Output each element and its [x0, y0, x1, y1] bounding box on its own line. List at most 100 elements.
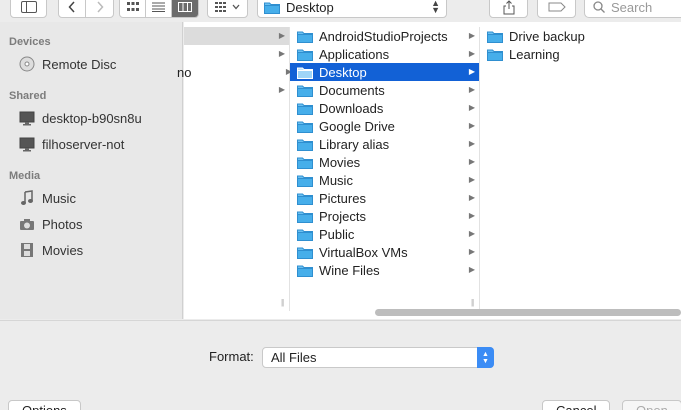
folder-icon — [264, 2, 280, 14]
sidebar-heading-media: Media — [9, 170, 41, 182]
folder-label: Desktop — [319, 64, 367, 80]
chevron-right-icon: ▶ — [278, 85, 285, 94]
chevron-right-icon — [96, 1, 104, 13]
arrange-button[interactable] — [207, 0, 248, 18]
cancel-button[interactable]: Cancel — [542, 400, 611, 410]
monitor-icon — [18, 135, 36, 153]
format-value: All Files — [271, 350, 317, 365]
share-button[interactable] — [489, 0, 528, 18]
sidebar-item-remote-disc[interactable]: Remote Disc — [18, 54, 116, 74]
folder-row[interactable]: Desktop ▶ — [290, 63, 479, 81]
sidebar-item-label: Movies — [42, 242, 84, 258]
tag-icon — [548, 2, 566, 12]
column-parent: ▶ ▶ no ▶ ▶ || — [177, 27, 292, 311]
column-resize-handle[interactable]: || — [471, 298, 474, 307]
column-desktop: Drive backup Learning — [480, 27, 681, 311]
folder-row[interactable]: Library alias ▶ — [290, 135, 479, 153]
back-forward-control — [58, 0, 114, 18]
arrange-grid-icon — [215, 2, 226, 12]
chevron-right-icon: ▶ — [278, 31, 285, 40]
search-field[interactable]: Search — [584, 0, 681, 18]
folder-label: Wine Files — [319, 262, 380, 278]
folder-icon — [487, 30, 503, 43]
folder-icon — [297, 66, 313, 79]
format-select[interactable]: All Files ▲ ▼ — [262, 347, 494, 368]
list-item[interactable]: ▶ — [184, 81, 289, 99]
icon-view-button[interactable] — [120, 0, 146, 17]
chevron-right-icon: ▶ — [468, 67, 475, 76]
folder-row[interactable]: Pictures ▶ — [290, 189, 479, 207]
monitor-icon — [18, 109, 36, 127]
list-view-button[interactable] — [146, 0, 172, 17]
chevron-right-icon: ▶ — [468, 247, 475, 256]
folder-label: VirtualBox VMs — [319, 244, 408, 260]
tags-button[interactable] — [537, 0, 576, 18]
movies-folder-icon — [297, 156, 313, 169]
folder-label: Public — [319, 226, 355, 242]
chevron-right-icon: ▶ — [468, 103, 475, 112]
folder-row[interactable]: Applications ▶ — [290, 45, 479, 63]
folder-row[interactable]: Wine Files ▶ — [290, 261, 479, 279]
options-button[interactable]: Options — [8, 400, 81, 410]
folder-label: Projects — [319, 208, 366, 224]
location-label: Desktop — [286, 0, 334, 15]
forward-button[interactable] — [86, 0, 113, 17]
folder-label: Drive backup — [509, 28, 585, 44]
folder-row[interactable]: Music ▶ — [290, 171, 479, 189]
chevron-right-icon: ▶ — [278, 49, 285, 58]
folder-row[interactable]: Learning — [480, 45, 681, 63]
folder-row[interactable]: Public ▶ — [290, 225, 479, 243]
sidebar-item-desktop-b90sn8u[interactable]: desktop-b90sn8u — [18, 108, 142, 128]
pictures-folder-icon — [297, 192, 313, 205]
folder-row[interactable]: Movies ▶ — [290, 153, 479, 171]
sidebar-item-label: desktop-b90sn8u — [42, 110, 142, 126]
column-view-button[interactable] — [172, 0, 198, 17]
folder-label: Library alias — [319, 136, 390, 152]
sidebar: Devices Remote Disc Shared desktop-b90sn… — [0, 22, 183, 319]
film-icon — [18, 241, 36, 259]
sidebar-icon — [20, 1, 37, 13]
chevron-right-icon: ▶ — [468, 157, 475, 166]
chevron-right-icon: ▶ — [468, 139, 475, 148]
sidebar-item-label: filhoserver-not — [42, 136, 125, 152]
folder-icon — [297, 210, 313, 223]
list-item[interactable]: ▶ — [184, 27, 289, 45]
folder-label: Applications — [319, 46, 390, 62]
documents-folder-icon — [297, 84, 313, 97]
open-button[interactable]: Open — [622, 400, 681, 410]
list-item[interactable]: no ▶ — [177, 63, 292, 81]
folder-label: Pictures — [319, 190, 366, 206]
public-folder-icon — [297, 228, 313, 241]
sidebar-toggle-button[interactable] — [10, 0, 47, 18]
column-resize-handle[interactable]: || — [281, 298, 284, 307]
list-item[interactable]: ▶ — [184, 45, 289, 63]
sidebar-item-photos[interactable]: Photos — [18, 214, 82, 234]
column-home: AndroidStudioProjects ▶ Applications ▶ Deskt… — [290, 27, 480, 311]
sidebar-item-filhoserver-not[interactable]: filhoserver-not — [18, 134, 124, 154]
folder-row[interactable]: Google Drive ▶ — [290, 117, 479, 135]
music-note-icon — [18, 189, 36, 207]
music-folder-icon — [297, 174, 313, 187]
folder-row[interactable]: Downloads ▶ — [290, 99, 479, 117]
sidebar-item-label: Remote Disc — [42, 56, 117, 72]
folder-icon — [297, 264, 313, 277]
horizontal-scrollbar[interactable] — [375, 309, 681, 316]
toolbar: Desktop ▲ ▼ Search — [0, 0, 681, 22]
folder-row[interactable]: AndroidStudioProjects ▶ — [290, 27, 479, 45]
folder-icon — [297, 246, 313, 259]
sidebar-item-music[interactable]: Music — [18, 188, 76, 208]
location-popup[interactable]: Desktop ▲ ▼ — [257, 0, 447, 18]
folder-row[interactable]: Projects ▶ — [290, 207, 479, 225]
column-browser: ▶ ▶ no ▶ ▶ || AndroidStudioProjects ▶ Appli… — [177, 22, 681, 319]
folder-row[interactable]: VirtualBox VMs ▶ — [290, 243, 479, 261]
folder-label: Music — [319, 172, 353, 188]
share-icon — [503, 0, 514, 14]
chevron-down-icon — [232, 4, 240, 10]
back-button[interactable] — [59, 0, 86, 17]
sidebar-heading-shared: Shared — [9, 90, 47, 102]
sidebar-item-movies[interactable]: Movies — [18, 240, 83, 260]
view-mode-control — [119, 0, 199, 18]
folder-row[interactable]: Drive backup — [480, 27, 681, 45]
search-placeholder: Search — [611, 0, 653, 15]
folder-row[interactable]: Documents ▶ — [290, 81, 479, 99]
